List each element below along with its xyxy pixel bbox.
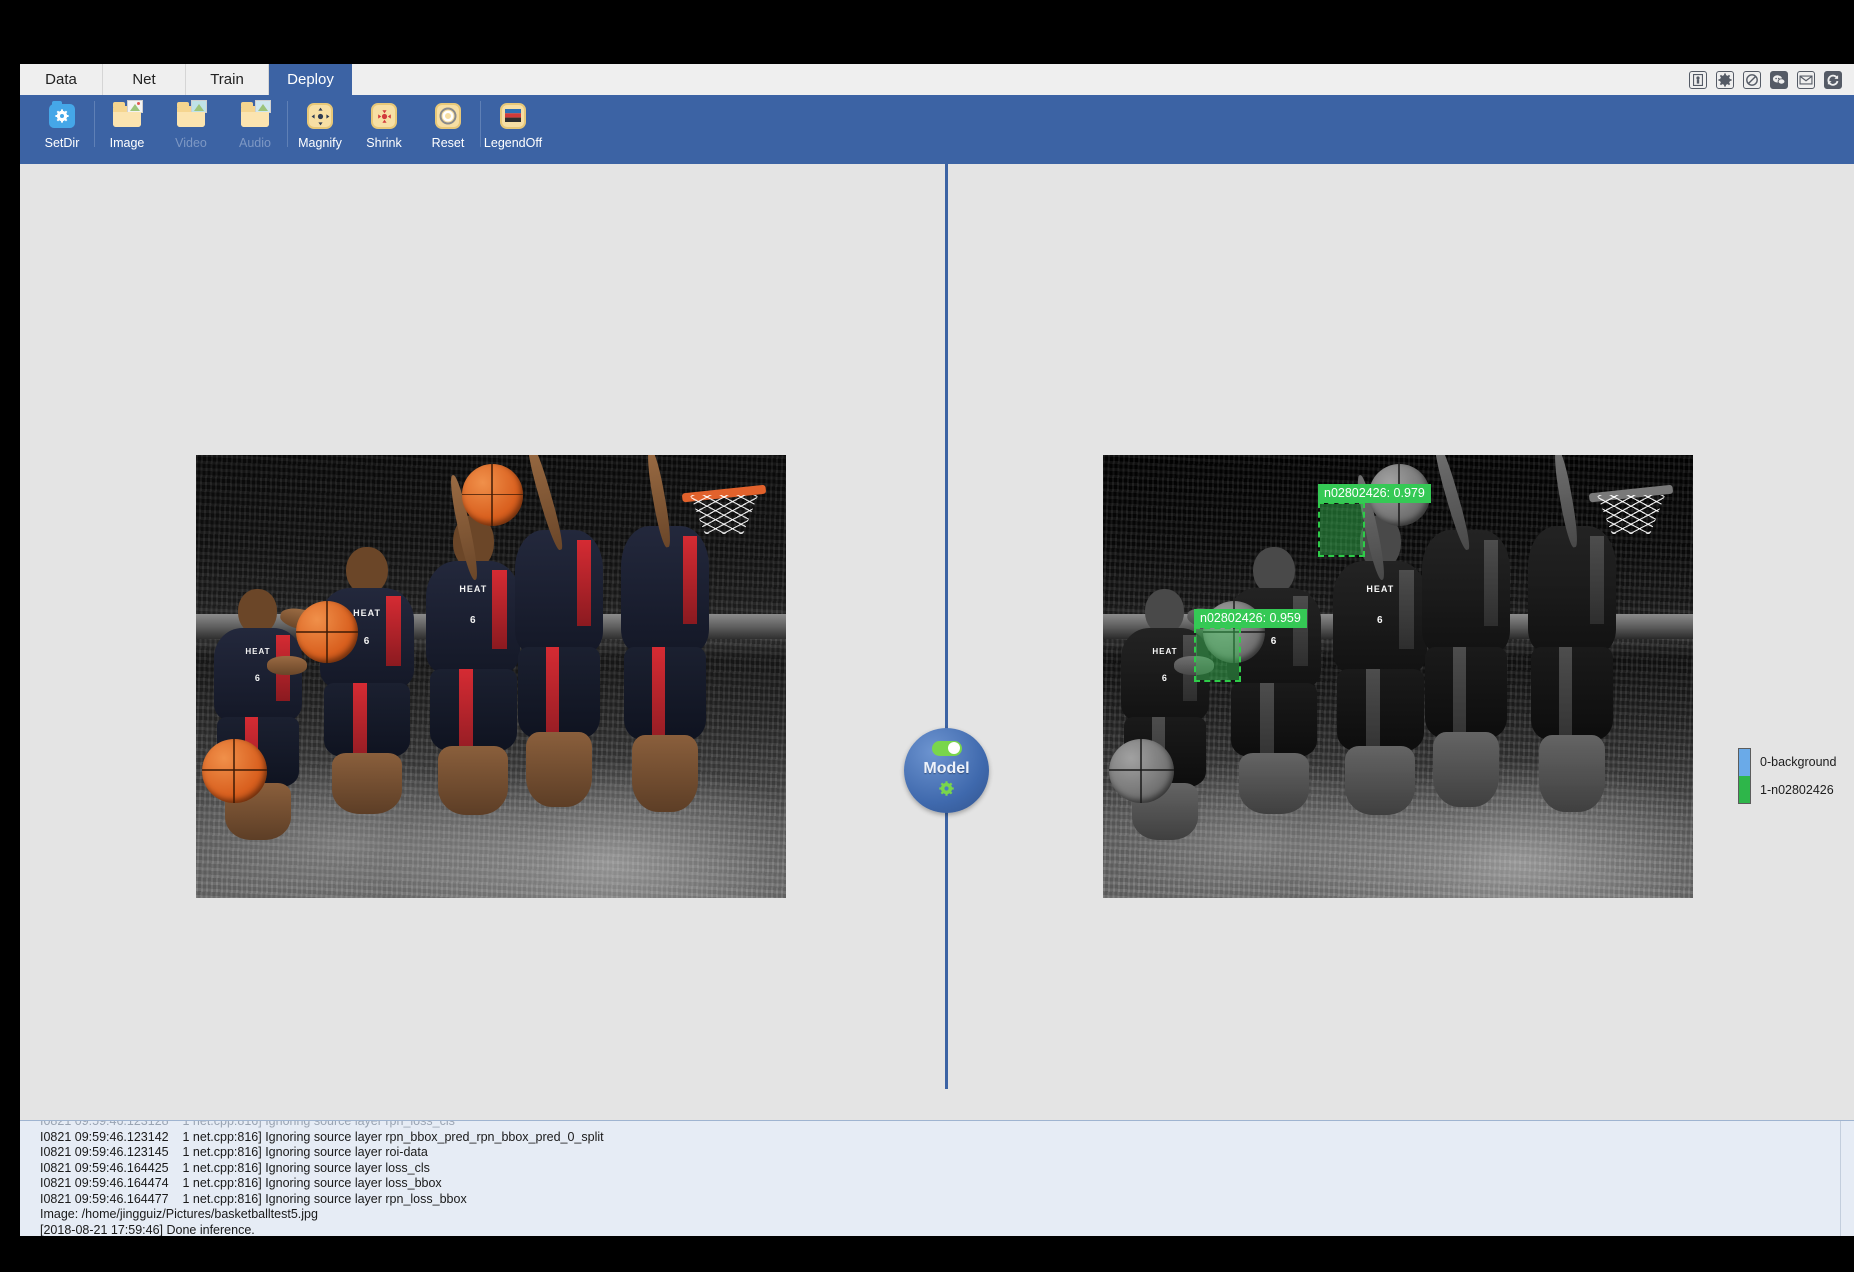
legend-color-bar bbox=[1738, 748, 1751, 804]
folder-image-icon bbox=[112, 100, 142, 130]
folder-audio-icon bbox=[240, 100, 270, 130]
detection-highlight bbox=[1320, 504, 1363, 555]
log-line: I0821 09:59:46.164474 1 net.cpp:816] Ign… bbox=[40, 1176, 1854, 1192]
tab-net-label: Net bbox=[132, 71, 155, 88]
tab-deploy[interactable]: Deploy bbox=[269, 64, 352, 95]
toolbar-button-reset[interactable]: Reset bbox=[416, 95, 480, 161]
toolbar-label-magnify: Magnify bbox=[298, 137, 342, 150]
tab-data[interactable]: Data bbox=[20, 64, 103, 95]
toolbar-button-video[interactable]: Video bbox=[159, 95, 223, 161]
model-node-label: Model bbox=[923, 760, 969, 778]
detection-box[interactable]: n02802426: 0.959 bbox=[1194, 627, 1241, 682]
legend-label-background: 0-background bbox=[1760, 756, 1836, 769]
reset-icon bbox=[433, 100, 463, 130]
console-log-panel[interactable]: I0821 09:59:46.123128 1 net.cpp:816] Ign… bbox=[20, 1120, 1854, 1236]
model-enable-toggle[interactable] bbox=[932, 741, 962, 756]
tab-deploy-label: Deploy bbox=[287, 71, 334, 88]
class-legend: 0-background 1-n02802426 bbox=[1738, 748, 1836, 804]
tab-train[interactable]: Train bbox=[186, 64, 269, 95]
gear-icon[interactable] bbox=[939, 781, 954, 801]
gear-icon[interactable] bbox=[1716, 71, 1734, 89]
output-image-panel[interactable]: HEAT6 HEAT6 HEAT6 bbox=[1103, 455, 1693, 898]
detection-highlight bbox=[1196, 629, 1239, 680]
legend-swatch-class bbox=[1739, 776, 1750, 803]
folder-gear-icon bbox=[47, 100, 77, 130]
legend-icon bbox=[498, 100, 528, 130]
tab-train-label: Train bbox=[210, 71, 244, 88]
input-image: HEAT6 HEAT6 HEAT6 bbox=[196, 455, 786, 898]
toolbar-button-magnify[interactable]: Magnify bbox=[288, 95, 352, 161]
legend-label-class: 1-n02802426 bbox=[1760, 784, 1836, 797]
toolbar-button-image[interactable]: Image bbox=[95, 95, 159, 161]
toolbar-button-setdir[interactable]: SetDir bbox=[30, 95, 94, 161]
mail-icon[interactable] bbox=[1797, 71, 1815, 89]
legend-swatch-background bbox=[1739, 749, 1750, 776]
chat-icon[interactable] bbox=[1770, 71, 1788, 89]
toolbar-label-shrink: Shrink bbox=[366, 137, 401, 150]
toolbar-label-video: Video bbox=[175, 137, 207, 150]
document-icon[interactable] bbox=[1689, 71, 1707, 89]
compass-icon[interactable] bbox=[1743, 71, 1761, 89]
console-scrollbar[interactable] bbox=[1840, 1121, 1854, 1236]
app-window: Data Net Train Deploy bbox=[20, 64, 1854, 1236]
log-line: I0821 09:59:46.164477 1 net.cpp:816] Ign… bbox=[40, 1192, 1854, 1208]
log-line: I0821 09:59:46.164425 1 net.cpp:816] Ign… bbox=[40, 1161, 1854, 1177]
toggle-knob bbox=[948, 742, 960, 754]
magnify-icon bbox=[305, 100, 335, 130]
toolbar-button-audio[interactable]: Audio bbox=[223, 95, 287, 161]
toolbar-label-audio: Audio bbox=[239, 137, 271, 150]
output-image: HEAT6 HEAT6 HEAT6 bbox=[1103, 455, 1693, 898]
detection-label: n02802426: 0.959 bbox=[1194, 609, 1307, 628]
toolbar-label-image: Image bbox=[110, 137, 145, 150]
toolbar-label-reset: Reset bbox=[432, 137, 465, 150]
toolbar: SetDir Image Video A bbox=[20, 95, 1854, 164]
shrink-icon bbox=[369, 100, 399, 130]
workspace-canvas[interactable]: HEAT6 HEAT6 HEAT6 bbox=[20, 164, 1854, 1119]
hoop-graphic bbox=[674, 459, 774, 530]
detection-label: n02802426: 0.979 bbox=[1318, 484, 1431, 503]
log-line: I0821 09:59:46.123142 1 net.cpp:816] Ign… bbox=[40, 1130, 1854, 1146]
header-icon-group bbox=[1689, 64, 1854, 95]
pipeline-divider bbox=[945, 164, 948, 1089]
detection-box[interactable]: n02802426: 0.979 bbox=[1318, 502, 1365, 557]
log-line-image-path: Image: /home/jingguiz/Pictures/basketbal… bbox=[40, 1207, 1854, 1223]
legend-label-group: 0-background 1-n02802426 bbox=[1760, 748, 1836, 804]
log-line-done: [2018-08-21 17:59:46] Done inference. bbox=[40, 1223, 1854, 1237]
folder-video-icon bbox=[176, 100, 206, 130]
tab-bar-spacer bbox=[352, 64, 1689, 95]
refresh-icon[interactable] bbox=[1824, 71, 1842, 89]
toolbar-label-setdir: SetDir bbox=[45, 137, 80, 150]
tab-bar: Data Net Train Deploy bbox=[20, 64, 1854, 95]
input-image-panel[interactable]: HEAT6 HEAT6 HEAT6 bbox=[196, 455, 786, 898]
toolbar-label-legendoff: LegendOff bbox=[484, 137, 542, 150]
log-line: I0821 09:59:46.123145 1 net.cpp:816] Ign… bbox=[40, 1145, 1854, 1161]
toolbar-button-shrink[interactable]: Shrink bbox=[352, 95, 416, 161]
toolbar-button-legendoff[interactable]: LegendOff bbox=[481, 95, 545, 161]
tab-data-label: Data bbox=[45, 71, 77, 88]
log-line: I0821 09:59:46.123128 1 net.cpp:816] Ign… bbox=[40, 1120, 1854, 1130]
tab-net[interactable]: Net bbox=[103, 64, 186, 95]
model-node[interactable]: Model bbox=[904, 728, 989, 813]
